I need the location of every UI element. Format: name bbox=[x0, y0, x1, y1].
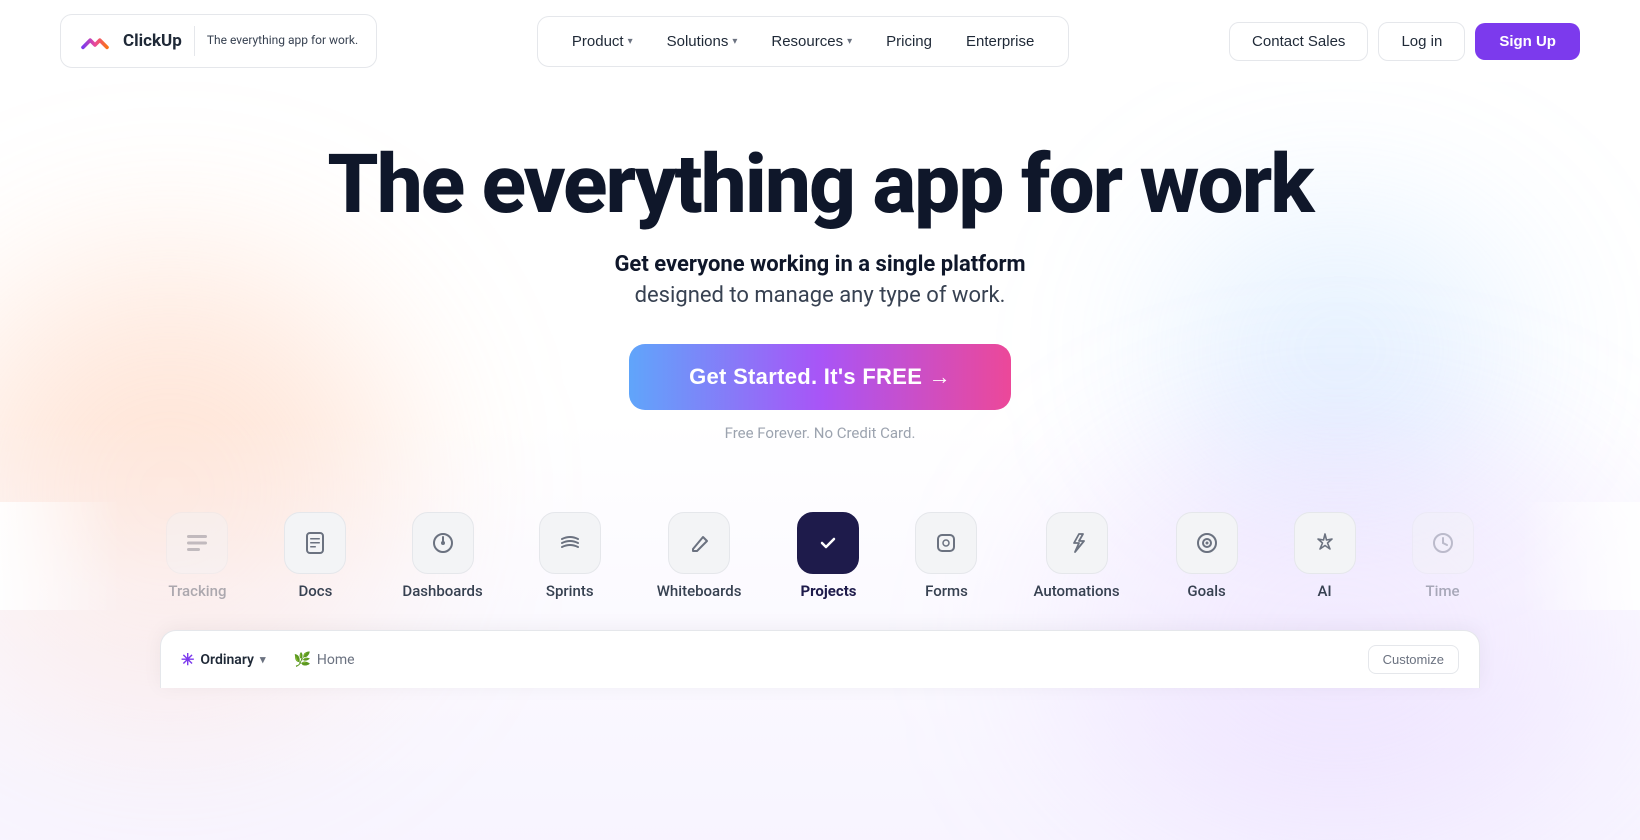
hero-title: The everything app for work bbox=[20, 142, 1620, 228]
feature-item-ai[interactable]: AI bbox=[1266, 502, 1384, 610]
workspace-star-icon: ✳ bbox=[181, 650, 194, 669]
dashboards-icon bbox=[412, 512, 474, 574]
tracking-icon bbox=[166, 512, 228, 574]
feature-label-ai: AI bbox=[1317, 582, 1331, 600]
feature-label-goals: Goals bbox=[1187, 582, 1225, 600]
nav-item-solutions[interactable]: Solutions ▾ bbox=[653, 25, 752, 58]
feature-label-sprints: Sprints bbox=[546, 582, 594, 600]
feature-item-projects[interactable]: Projects bbox=[769, 502, 887, 610]
get-started-button[interactable]: Get Started. It's FREE → bbox=[629, 344, 1011, 410]
clickup-logo-icon bbox=[79, 25, 111, 57]
app-preview-bar: ✳ Ordinary ▾ 🌿 Home Customize bbox=[160, 630, 1480, 688]
hero-subtitle-bold: Get everyone working in a single platfor… bbox=[20, 252, 1620, 277]
contact-sales-button[interactable]: Contact Sales bbox=[1229, 22, 1368, 61]
feature-item-automations[interactable]: Automations bbox=[1005, 502, 1147, 610]
nav-item-pricing[interactable]: Pricing bbox=[872, 25, 946, 58]
feature-label-dashboards: Dashboards bbox=[402, 582, 482, 600]
forms-icon bbox=[915, 512, 977, 574]
feature-label-tracking: Tracking bbox=[168, 582, 226, 600]
feature-item-sprints[interactable]: Sprints bbox=[511, 502, 629, 610]
workspace-chevron-icon: ▾ bbox=[260, 653, 266, 666]
login-button[interactable]: Log in bbox=[1378, 22, 1465, 61]
hero-subtitle: designed to manage any type of work. bbox=[20, 283, 1620, 308]
feature-item-dashboards[interactable]: Dashboards bbox=[374, 502, 510, 610]
nav-item-enterprise[interactable]: Enterprise bbox=[952, 25, 1048, 58]
feature-item-whiteboards[interactable]: Whiteboards bbox=[629, 502, 770, 610]
signup-button[interactable]: Sign Up bbox=[1475, 23, 1580, 60]
nav-item-product[interactable]: Product ▾ bbox=[558, 25, 647, 58]
whiteboards-icon bbox=[668, 512, 730, 574]
logo-tagline: The everything app for work. bbox=[207, 33, 358, 49]
hero-sub-note: Free Forever. No Credit Card. bbox=[20, 424, 1620, 442]
home-leaf-icon: 🌿 bbox=[293, 652, 310, 668]
feature-label-whiteboards: Whiteboards bbox=[657, 582, 742, 600]
feature-item-time[interactable]: Time bbox=[1384, 502, 1502, 610]
navbar: ClickUp The everything app for work. Pro… bbox=[0, 0, 1640, 82]
automations-icon bbox=[1046, 512, 1108, 574]
hero-section: The everything app for work Get everyone… bbox=[0, 82, 1640, 472]
chevron-down-icon: ▾ bbox=[847, 36, 852, 47]
nav-menu: Product ▾ Solutions ▾ Resources ▾ Pricin… bbox=[537, 16, 1069, 67]
workspace-selector[interactable]: ✳ Ordinary ▾ bbox=[181, 650, 265, 669]
projects-icon bbox=[797, 512, 859, 574]
logo[interactable]: ClickUp The everything app for work. bbox=[60, 14, 377, 68]
nav-item-resources[interactable]: Resources ▾ bbox=[757, 25, 866, 58]
nav-actions: Contact Sales Log in Sign Up bbox=[1229, 22, 1580, 61]
app-home-label: Home bbox=[317, 652, 355, 668]
time-icon bbox=[1412, 512, 1474, 574]
chevron-down-icon: ▾ bbox=[732, 36, 737, 47]
logo-divider bbox=[194, 26, 195, 56]
feature-item-goals[interactable]: Goals bbox=[1148, 502, 1266, 610]
app-home-nav[interactable]: 🌿 Home bbox=[285, 648, 362, 672]
feature-label-automations: Automations bbox=[1033, 582, 1119, 600]
feature-label-docs: Docs bbox=[298, 582, 332, 600]
docs-icon bbox=[284, 512, 346, 574]
sprints-icon bbox=[539, 512, 601, 574]
customize-button[interactable]: Customize bbox=[1368, 645, 1459, 674]
feature-item-tracking[interactable]: Tracking bbox=[138, 502, 256, 610]
feature-label-forms: Forms bbox=[925, 582, 968, 600]
feature-item-forms[interactable]: Forms bbox=[887, 502, 1005, 610]
workspace-name: Ordinary bbox=[200, 652, 254, 668]
chevron-down-icon: ▾ bbox=[628, 36, 633, 47]
feature-label-projects: Projects bbox=[800, 582, 856, 600]
goals-icon bbox=[1176, 512, 1238, 574]
feature-item-docs[interactable]: Docs bbox=[256, 502, 374, 610]
feature-label-time: Time bbox=[1426, 582, 1460, 600]
features-row: Tracking Docs Dashboards Sprints Whitebo… bbox=[0, 502, 1640, 610]
ai-icon bbox=[1294, 512, 1356, 574]
logo-name: ClickUp bbox=[123, 31, 182, 51]
